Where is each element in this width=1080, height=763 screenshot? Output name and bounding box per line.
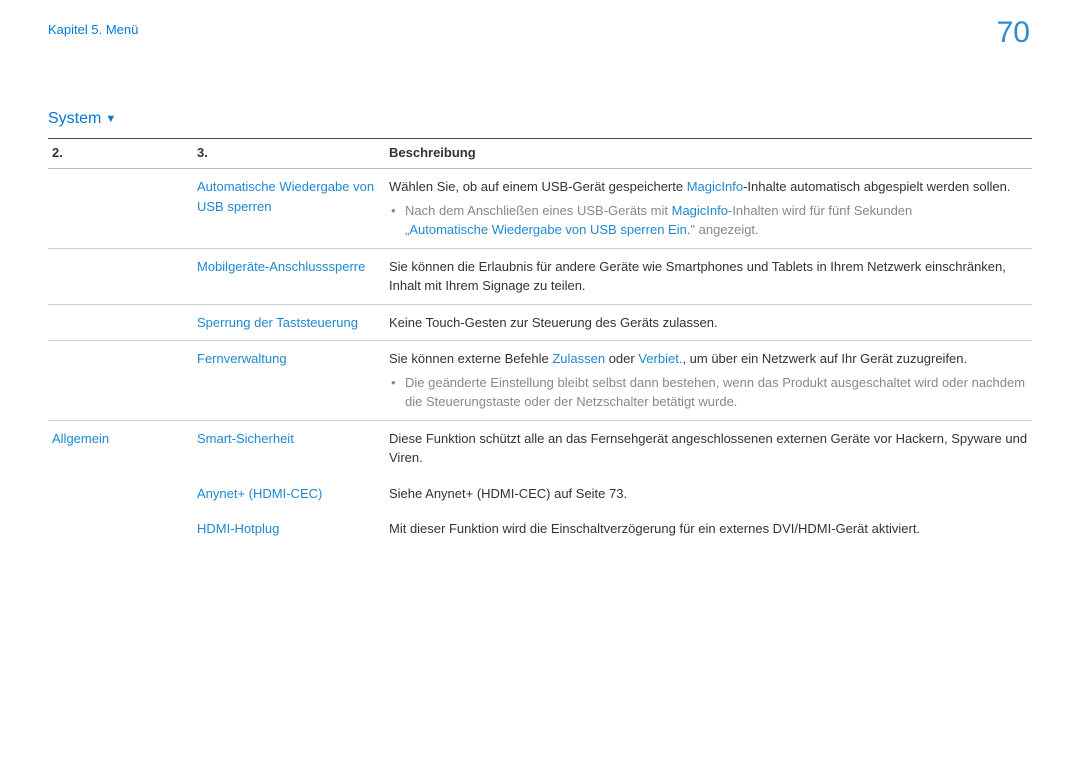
note-list: Nach dem Anschließen eines USB-Geräts mi…	[389, 201, 1028, 240]
table-row: HDMI-Hotplug Mit dieser Funktion wird di…	[48, 511, 1032, 547]
cell-level3: Mobilgeräte-Anschlusssperre	[193, 248, 385, 304]
cell-description: Sie können die Erlaubnis für andere Gerä…	[385, 248, 1032, 304]
col-header-2: 2.	[48, 139, 193, 169]
table-row: Fernverwaltung Sie können externe Befehl…	[48, 341, 1032, 421]
cell-level3: Fernverwaltung	[193, 341, 385, 421]
menu-table: 2. 3. Beschreibung Automatische Wiederga…	[48, 138, 1032, 547]
page-header: Kapitel 5. Menü 70	[48, 22, 1032, 50]
magicinfo-label: MagicInfo	[687, 179, 743, 194]
table-row: Mobilgeräte-Anschlusssperre Sie können d…	[48, 248, 1032, 304]
table-row: Anynet+ (HDMI-CEC) Siehe Anynet+ (HDMI-C…	[48, 476, 1032, 512]
section-title-text: System	[48, 110, 101, 128]
cell-level3: Sperrung der Taststeuerung	[193, 304, 385, 341]
text: Nach dem Anschließen eines USB-Geräts mi…	[405, 203, 672, 218]
table-row: Allgemein Smart-Sicherheit Diese Funktio…	[48, 420, 1032, 476]
cell-description: Keine Touch-Gesten zur Steuerung des Ger…	[385, 304, 1032, 341]
text: Sie können externe Befehle	[389, 351, 552, 366]
cell-level3: HDMI-Hotplug	[193, 511, 385, 547]
menu-item-anynet: Anynet+ (HDMI-CEC)	[197, 486, 322, 501]
cell-description: Diese Funktion schützt alle an das Ferns…	[385, 420, 1032, 476]
text: " angezeigt.	[690, 222, 758, 237]
cell-level2	[48, 341, 193, 421]
cell-level3: Automatische Wiedergabe von USB sperren	[193, 169, 385, 249]
cell-description: Wählen Sie, ob auf einem USB-Gerät gespe…	[385, 169, 1032, 249]
cell-description: Sie können externe Befehle Zulassen oder…	[385, 341, 1032, 421]
table-row: Sperrung der Taststeuerung Keine Touch-G…	[48, 304, 1032, 341]
menu-item-mobile-connect-lock: Mobilgeräte-Anschlusssperre	[197, 259, 365, 274]
page-number: 70	[997, 16, 1030, 50]
text: -Inhalte automatisch abgespielt werden s…	[743, 179, 1010, 194]
chapter-label: Kapitel 5. Menü	[48, 22, 138, 37]
cell-level2	[48, 304, 193, 341]
table-header-row: 2. 3. Beschreibung	[48, 139, 1032, 169]
cell-level2	[48, 169, 193, 249]
menu-item-touch-lock: Sperrung der Taststeuerung	[197, 315, 358, 330]
note-list: Die geänderte Einstellung bleibt selbst …	[389, 373, 1028, 412]
cell-description: Siehe Anynet+ (HDMI-CEC) auf Seite 73.	[385, 476, 1032, 512]
text: , um über ein Netzwerk auf Ihr Gerät zuz…	[682, 351, 967, 366]
note-item: Die geänderte Einstellung bleibt selbst …	[405, 373, 1028, 412]
cell-level2	[48, 511, 193, 547]
magicinfo-label: MagicInfo	[672, 203, 728, 218]
menu-group-general: Allgemein	[52, 431, 109, 446]
text: Wählen Sie, ob auf einem USB-Gerät gespe…	[389, 179, 687, 194]
cell-level3: Anynet+ (HDMI-CEC)	[193, 476, 385, 512]
option-deny: Verbiet.	[638, 351, 682, 366]
cell-description: Mit dieser Funktion wird die Einschaltve…	[385, 511, 1032, 547]
message-label: Automatische Wiedergabe von USB sperren …	[409, 222, 690, 237]
menu-item-usb-autoplay-lock: Automatische Wiedergabe von USB sperren	[197, 179, 374, 214]
option-allow: Zulassen	[552, 351, 605, 366]
text: -Inhalten wird für fünf Sekunden	[728, 203, 912, 218]
table-row: Automatische Wiedergabe von USB sperren …	[48, 169, 1032, 249]
section-title: System ▼	[48, 110, 1032, 128]
cell-level2	[48, 248, 193, 304]
col-header-3: 3.	[193, 139, 385, 169]
text: oder	[605, 351, 638, 366]
menu-item-hdmi-hotplug: HDMI-Hotplug	[197, 521, 279, 536]
cell-level2	[48, 476, 193, 512]
note-item: Nach dem Anschließen eines USB-Geräts mi…	[405, 201, 1028, 240]
cell-level3: Smart-Sicherheit	[193, 420, 385, 476]
col-header-description: Beschreibung	[385, 139, 1032, 169]
cell-level2: Allgemein	[48, 420, 193, 476]
menu-item-remote-management: Fernverwaltung	[197, 351, 287, 366]
menu-item-smart-security: Smart-Sicherheit	[197, 431, 294, 446]
dropdown-arrow-icon: ▼	[105, 113, 116, 125]
